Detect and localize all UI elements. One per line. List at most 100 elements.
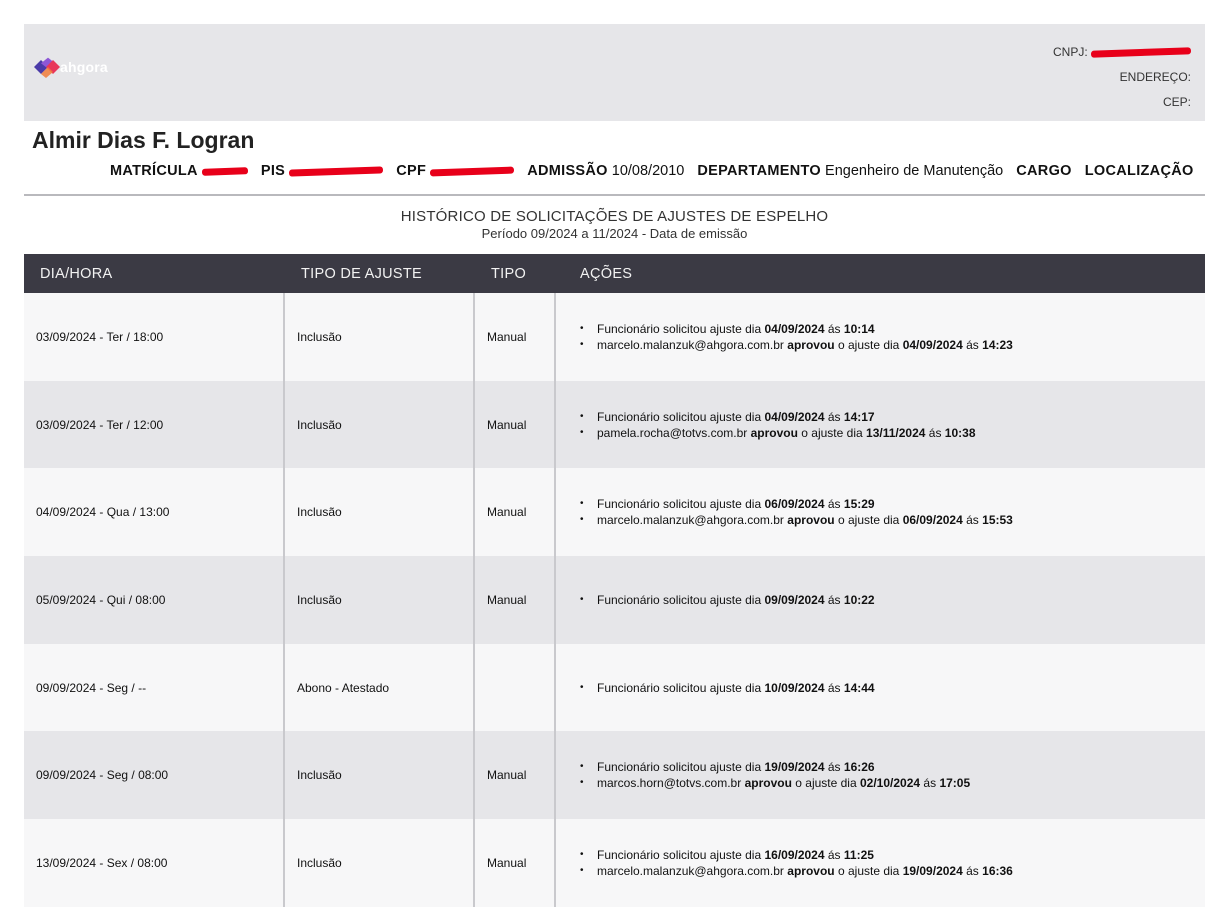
table-body: 03/09/2024 - Ter / 18:00InclusãoManualFu…	[24, 293, 1205, 907]
action-item: Funcionário solicitou ajuste dia 04/09/2…	[580, 321, 1013, 337]
action-date: 04/09/2024	[764, 409, 825, 424]
table-row: 03/09/2024 - Ter / 12:00InclusãoManual Fu…	[24, 380, 1205, 469]
action-time: 16:36	[982, 863, 1013, 878]
column-header-tipo: TIPO	[491, 265, 527, 282]
action-text: ás	[827, 497, 841, 512]
action-verb: solicitou	[663, 409, 707, 424]
cell-dia-hora: 04/09/2024 - Qua / 13:00	[24, 468, 285, 557]
action-time: 11:25	[843, 847, 874, 862]
action-date: 19/09/2024	[764, 760, 825, 775]
action-date: 13/11/2024	[866, 425, 926, 440]
employee-name: Almir Dias F. Logran	[32, 127, 255, 153]
cell-tipo-ajuste: Inclusão	[285, 731, 475, 820]
action-date: 16/09/2024	[764, 847, 825, 862]
action-text: ás	[966, 863, 979, 878]
actions-list: Funcionário solicitou ajuste dia 16/09/2…	[580, 847, 1013, 879]
departamento-value: Engenheiro de Manutenção	[825, 163, 1004, 179]
cell-tipo-ajuste: Inclusão	[285, 819, 475, 907]
action-verb: solicitou	[663, 497, 707, 512]
action-item: marcos.horn@totvs.com.br aprovou o ajust…	[580, 775, 970, 791]
action-text: ás	[827, 847, 841, 862]
action-text: ajuste dia	[709, 409, 762, 424]
cell-tipo: Manual	[475, 293, 556, 381]
cell-dia-hora: 09/09/2024 - Seg / --	[24, 643, 285, 732]
cep-label: CEP:	[1162, 95, 1191, 109]
cargo-label: CARGO	[1016, 163, 1072, 179]
action-time: 10:14	[843, 321, 875, 336]
actions-list: Funcionário solicitou ajuste dia 10/09/2…	[580, 680, 875, 696]
cell-acoes: Funcionário solicitou ajuste dia 16/09/2…	[556, 819, 1205, 907]
actions-list: Funcionário solicitou ajuste dia 04/09/2…	[580, 409, 976, 441]
action-text: o ajuste dia	[795, 776, 857, 791]
table-row: 04/09/2024 - Qua / 13:00InclusãoManual Fu…	[24, 468, 1205, 557]
action-actor: marcos.horn@totvs.com.br	[597, 776, 742, 791]
column-header-acoes: AÇÕES	[580, 265, 633, 282]
action-text: ajuste dia	[709, 321, 762, 336]
action-text: o ajuste dia	[801, 425, 863, 440]
table-row: 03/09/2024 - Ter / 18:00InclusãoManual Fu…	[24, 293, 1205, 381]
redaction-mark	[1090, 47, 1192, 59]
cell-tipo-ajuste: Inclusão	[285, 556, 475, 644]
action-text: ajuste dia	[709, 680, 762, 695]
action-verb: aprovou	[744, 776, 792, 791]
company-header: ahgora CNPJ: ENDEREÇO: CEP:	[24, 24, 1205, 121]
cell-acoes: Funcionário solicitou ajuste dia 06/09/2…	[556, 468, 1205, 556]
action-text: ás	[827, 592, 841, 607]
table-row: 13/09/2024 - Sex / 08:00InclusãoManual Fu…	[24, 819, 1205, 907]
action-text: ás	[827, 680, 841, 695]
action-time: 17:05	[939, 776, 971, 791]
action-item: marcelo.malanzuk@ahgora.com.br aprovou o…	[580, 863, 1013, 879]
matricula-label: MATRÍCULA	[110, 163, 198, 179]
action-text: ajuste dia	[709, 592, 762, 607]
cell-tipo-ajuste: Inclusão	[285, 468, 475, 557]
action-date: 02/10/2024	[860, 776, 921, 791]
cell-tipo-ajuste: Inclusão	[285, 380, 475, 469]
admissao-value: 10/08/2010	[611, 163, 685, 179]
action-time: 16:26	[843, 760, 875, 775]
action-actor: Funcionário	[597, 680, 660, 695]
endereco-label: ENDEREÇO:	[1119, 70, 1191, 84]
action-date: 19/09/2024	[902, 863, 963, 878]
column-header-dia-hora: DIA/HORA	[40, 265, 113, 282]
action-actor: Funcionário	[597, 760, 660, 775]
action-verb: aprovou	[787, 863, 835, 878]
logo-wordmark: ahgora	[60, 59, 108, 75]
cnpj-line: CNPJ:	[1052, 40, 1192, 65]
table-row: 09/09/2024 - Seg / --Abono - Atestado Fun…	[24, 643, 1205, 732]
cell-tipo: Manual	[475, 556, 556, 644]
action-verb: solicitou	[663, 680, 707, 695]
action-text: ás	[827, 321, 841, 336]
action-item: Funcionário solicitou ajuste dia 04/09/2…	[580, 409, 976, 425]
action-text: ás	[827, 760, 841, 775]
cnpj-label: CNPJ:	[1052, 45, 1088, 59]
departamento-label: DEPARTAMENTO	[697, 163, 822, 179]
redaction-mark	[289, 166, 384, 177]
table-row: 09/09/2024 - Seg / 08:00InclusãoManual Fu…	[24, 731, 1205, 820]
cpf-label: CPF	[396, 163, 427, 179]
action-actor: marcelo.malanzuk@ahgora.com.br	[597, 513, 784, 528]
cell-dia-hora: 03/09/2024 - Ter / 18:00	[24, 293, 285, 381]
localizacao-label: LOCALIZAÇÃO	[1084, 163, 1194, 179]
action-verb: aprovou	[787, 513, 835, 528]
table-row: 05/09/2024 - Qui / 08:00InclusãoManual Fu…	[24, 556, 1205, 644]
action-text: ás	[923, 776, 937, 791]
action-date: 04/09/2024	[764, 321, 825, 336]
action-time: 15:29	[843, 497, 875, 512]
action-text: ás	[966, 337, 979, 352]
cell-acoes: Funcionário solicitou ajuste dia 09/09/2…	[556, 556, 1205, 644]
action-actor: marcelo.malanzuk@ahgora.com.br	[597, 863, 784, 878]
action-item: marcelo.malanzuk@ahgora.com.br aprovou o…	[580, 512, 1013, 528]
action-text: ajuste dia	[709, 847, 762, 862]
action-item: pamela.rocha@totvs.com.br aprovou o ajus…	[580, 425, 976, 441]
action-item: Funcionário solicitou ajuste dia 10/09/2…	[580, 680, 875, 696]
action-actor: Funcionário	[597, 592, 660, 607]
action-time: 14:17	[843, 409, 875, 424]
action-verb: aprovou	[787, 337, 835, 352]
company-logo: ahgora	[34, 56, 108, 78]
employee-details: MATRÍCULA PIS CPF ADMISSÃO 10/08/2010 DE…	[110, 163, 1194, 179]
action-actor: Funcionário	[597, 847, 660, 862]
action-date: 06/09/2024	[764, 497, 825, 512]
redaction-mark	[430, 166, 515, 177]
action-item: marcelo.malanzuk@ahgora.com.br aprovou o…	[580, 337, 1013, 353]
cell-acoes: Funcionário solicitou ajuste dia 04/09/2…	[556, 381, 1205, 469]
